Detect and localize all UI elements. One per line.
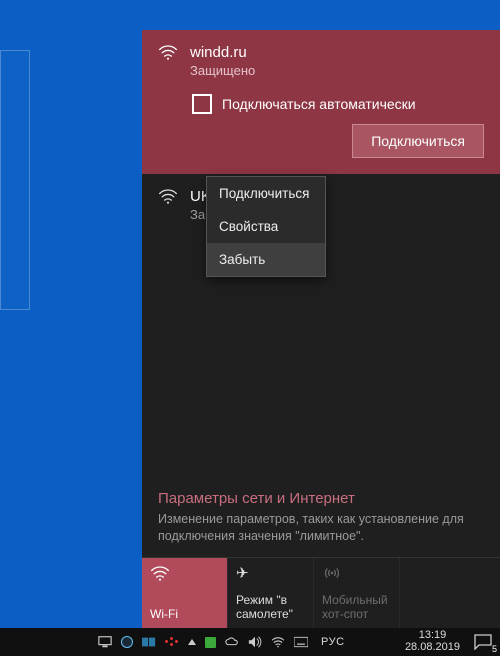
tray-app-icon[interactable]: [165, 636, 179, 648]
tray-clock[interactable]: 13:19 28.08.2019: [399, 630, 466, 653]
network-flyout: windd.ru Защищено Подключаться автоматич…: [142, 30, 500, 628]
tray-monitor-icon[interactable]: [98, 635, 112, 649]
notification-badge: 5: [492, 644, 497, 654]
wifi-icon: [158, 44, 178, 65]
wifi-icon: [158, 188, 178, 222]
tile-label: Мобильный хот-спот: [322, 594, 391, 622]
quick-action-tiles: Wi-Fi ✈ Режим "в самолете" Мобильный хот…: [142, 557, 500, 628]
tile-mobile-hotspot[interactable]: Мобильный хот-спот: [314, 558, 400, 628]
tile-wifi[interactable]: Wi-Fi: [142, 558, 228, 628]
connect-button[interactable]: Подключиться: [352, 124, 484, 158]
tray-action-center[interactable]: 5: [466, 628, 500, 656]
tray-security-icon[interactable]: [205, 637, 216, 648]
tile-airplane-mode[interactable]: ✈ Режим "в самолете": [228, 558, 314, 628]
auto-connect-label: Подключаться автоматически: [222, 96, 416, 112]
system-tray: РУС: [98, 635, 349, 649]
tile-label: Режим "в самолете": [236, 594, 305, 622]
settings-title: Параметры сети и Интернет: [158, 490, 484, 507]
tray-steam-icon[interactable]: [121, 636, 133, 648]
ctx-connect[interactable]: Подключиться: [207, 177, 325, 210]
tile-label: Wi-Fi: [150, 608, 219, 622]
tray-overflow-chevron-icon[interactable]: [188, 639, 196, 645]
ctx-forget[interactable]: Забыть: [207, 243, 325, 276]
tray-volume-icon[interactable]: [248, 635, 262, 649]
tray-keyboard-icon[interactable]: [294, 635, 308, 649]
ctx-properties[interactable]: Свойства: [207, 210, 325, 243]
airplane-icon: ✈: [236, 564, 305, 582]
network-item-selected[interactable]: windd.ru Защищено Подключаться автоматич…: [142, 30, 500, 174]
background-window-fragment: [0, 50, 30, 310]
network-ssid: windd.ru: [190, 44, 255, 61]
auto-connect-checkbox[interactable]: [192, 94, 212, 114]
tray-language[interactable]: РУС: [317, 636, 349, 648]
settings-description: Изменение параметров, таких как установл…: [158, 511, 484, 545]
network-status: Защищено: [190, 63, 255, 78]
tray-explorer-icon[interactable]: [142, 635, 156, 649]
network-context-menu: Подключиться Свойства Забыть: [206, 176, 326, 277]
wifi-icon: [150, 564, 219, 582]
hotspot-icon: [322, 564, 391, 582]
clock-date: 28.08.2019: [405, 642, 460, 654]
tray-cloud-icon[interactable]: [225, 635, 239, 649]
network-settings-link[interactable]: Параметры сети и Интернет Изменение пара…: [142, 484, 500, 557]
taskbar: РУС 13:19 28.08.2019 5: [0, 628, 500, 656]
tray-network-icon[interactable]: [271, 635, 285, 649]
